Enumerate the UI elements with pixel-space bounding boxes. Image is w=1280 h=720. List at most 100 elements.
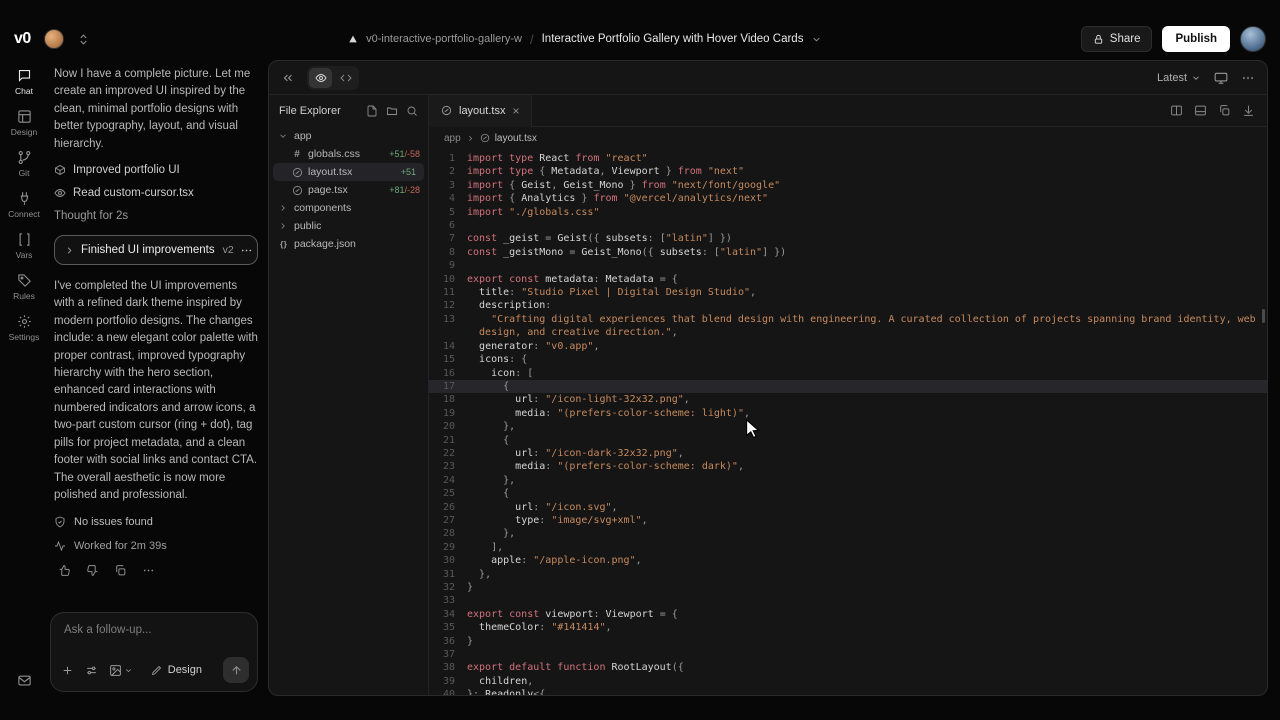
code-line[interactable]: 7const _geist = Geist({ subsets: ["latin… (429, 232, 1267, 245)
share-button[interactable]: Share (1081, 26, 1153, 52)
file-tree-item-page-tsx[interactable]: page.tsx+81/-28 (269, 181, 428, 199)
copy-icon[interactable] (114, 564, 127, 577)
task-read-custom-cursor[interactable]: Read custom-cursor.tsx (54, 187, 258, 199)
more-horizontal-icon[interactable] (1241, 71, 1255, 85)
file-tree-item-app[interactable]: app (269, 127, 428, 145)
new-folder-icon[interactable] (386, 105, 398, 117)
breadcrumb-folder[interactable]: app (444, 133, 461, 144)
code-toggle-button[interactable] (334, 68, 357, 88)
scrollbar-thumb[interactable] (1262, 309, 1265, 323)
version-dropdown[interactable]: Latest (1157, 72, 1201, 84)
code-line[interactable]: 1import type React from "react" (429, 152, 1267, 165)
breadcrumb-project[interactable]: v0-interactive-portfolio-gallery-w (366, 33, 522, 45)
send-button[interactable] (223, 657, 249, 683)
follow-up-input[interactable] (64, 624, 244, 636)
file-tree-item-globals-css[interactable]: #globals.css+51/-58 (269, 145, 428, 163)
code-line[interactable]: 3import { Geist, Geist_Mono } from "next… (429, 179, 1267, 192)
code-area[interactable]: 1import type React from "react"2import t… (429, 149, 1267, 695)
code-line[interactable]: 39 children, (429, 675, 1267, 688)
code-line[interactable]: 17 { (429, 380, 1267, 393)
sidebar-item-settings[interactable]: Settings (2, 312, 46, 344)
code-line[interactable]: 23 media: "(prefers-color-scheme: dark)"… (429, 460, 1267, 473)
split-columns-icon[interactable] (1170, 104, 1183, 117)
file-tree-item-public[interactable]: public (269, 217, 428, 235)
code-line[interactable]: 34export const viewport: Viewport = { (429, 608, 1267, 621)
tab-layout-tsx[interactable]: layout.tsx × (429, 95, 532, 127)
code-line[interactable]: 38export default function RootLayout({ (429, 661, 1267, 674)
code-line[interactable]: 26 url: "/icon.svg", (429, 501, 1267, 514)
sidebar-item-rules[interactable]: Rules (2, 271, 46, 303)
code-line[interactable]: 20 }, (429, 420, 1267, 433)
file-tree-item-package-json[interactable]: { }package.json (269, 235, 428, 253)
code-line[interactable]: 12 description: (429, 299, 1267, 312)
close-tab-icon[interactable]: × (512, 105, 519, 117)
mail-icon[interactable] (17, 673, 32, 688)
code-line[interactable]: 40}: Readonly<{ (429, 688, 1267, 695)
monitor-icon[interactable] (1214, 71, 1228, 85)
thumbs-down-icon[interactable] (86, 564, 99, 577)
task-improved-portfolio-ui[interactable]: Improved portfolio UI (54, 164, 258, 176)
code-line[interactable]: 28 }, (429, 527, 1267, 540)
code-line[interactable]: 25 { (429, 487, 1267, 500)
sidebar-item-connect[interactable]: Connect (2, 189, 46, 221)
code-line[interactable]: 19 media: "(prefers-color-scheme: light)… (429, 407, 1267, 420)
thumbs-up-icon[interactable] (58, 564, 71, 577)
code-line[interactable]: 5import "./globals.css" (429, 206, 1267, 219)
code-line[interactable]: 21 { (429, 434, 1267, 447)
code-line[interactable]: 13 "Crafting digital experiences that bl… (429, 313, 1267, 340)
code-line[interactable]: 22 url: "/icon-dark-32x32.png", (429, 447, 1267, 460)
sidebar-item-design[interactable]: Design (2, 107, 46, 139)
file-tree-item-layout-tsx[interactable]: layout.tsx+51 (273, 163, 424, 181)
task-thought-duration[interactable]: Thought for 2s (54, 210, 258, 222)
user-avatar[interactable] (1240, 26, 1266, 52)
breadcrumb-file[interactable]: layout.tsx (495, 133, 537, 144)
more-horizontal-icon[interactable] (142, 564, 155, 577)
v0-logo[interactable]: v0 (14, 30, 31, 48)
code-line[interactable]: 30 apple: "/apple-icon.png", (429, 554, 1267, 567)
chevrons-up-down-icon[interactable] (77, 33, 90, 46)
code-line[interactable]: 6 (429, 219, 1267, 232)
more-icon[interactable] (240, 244, 253, 257)
download-icon[interactable] (1242, 104, 1255, 117)
file-tree-item-components[interactable]: components (269, 199, 428, 217)
code-line[interactable]: 11 title: "Studio Pixel | Digital Design… (429, 286, 1267, 299)
finished-version-card[interactable]: Finished UI improvements v2 (54, 235, 258, 265)
code-line[interactable]: 36} (429, 635, 1267, 648)
search-icon[interactable] (406, 105, 418, 117)
plus-icon[interactable] (61, 664, 74, 677)
code-line[interactable]: 8const _geistMono = Geist_Mono({ subsets… (429, 246, 1267, 259)
image-menu[interactable] (109, 664, 133, 677)
sidebar-item-vars[interactable]: Vars (2, 230, 46, 262)
code-line[interactable]: 33 (429, 594, 1267, 607)
design-mode-button[interactable]: Design (151, 664, 202, 676)
code-line[interactable]: 2import type { Metadata, Viewport } from… (429, 165, 1267, 178)
code-line[interactable]: 29 ], (429, 541, 1267, 554)
chevron-down-icon[interactable] (811, 34, 822, 45)
collapse-panel-icon[interactable] (281, 71, 295, 85)
code-line[interactable]: 35 themeColor: "#141414", (429, 621, 1267, 634)
code-line[interactable]: 14 generator: "v0.app", (429, 340, 1267, 353)
avatar[interactable] (44, 29, 64, 49)
preview-toggle-button[interactable] (309, 68, 332, 88)
code-line[interactable]: 16 icon: [ (429, 367, 1267, 380)
code-line[interactable]: 15 icons: { (429, 353, 1267, 366)
code-line[interactable]: 9 (429, 259, 1267, 272)
code-line[interactable]: 4import { Analytics } from "@vercel/anal… (429, 192, 1267, 205)
copy-icon[interactable] (1218, 104, 1231, 117)
sliders-icon[interactable] (85, 664, 98, 677)
breadcrumb-chat-title[interactable]: Interactive Portfolio Gallery with Hover… (542, 33, 804, 45)
code-line[interactable]: 32} (429, 581, 1267, 594)
code-line[interactable]: 18 url: "/icon-light-32x32.png", (429, 393, 1267, 406)
line-content: description: (455, 299, 1267, 312)
publish-button[interactable]: Publish (1162, 26, 1230, 52)
sidebar-item-chat[interactable]: Chat (2, 66, 46, 98)
code-line[interactable]: 10export const metadata: Metadata = { (429, 273, 1267, 286)
code-line[interactable]: 37 (429, 648, 1267, 661)
sidebar-item-git[interactable]: Git (2, 148, 46, 180)
code-line[interactable]: 27 type: "image/svg+xml", (429, 514, 1267, 527)
chevron-right-icon[interactable] (64, 245, 75, 256)
panel-bottom-icon[interactable] (1194, 104, 1207, 117)
code-line[interactable]: 31 }, (429, 568, 1267, 581)
new-file-icon[interactable] (366, 105, 378, 117)
code-line[interactable]: 24 }, (429, 474, 1267, 487)
